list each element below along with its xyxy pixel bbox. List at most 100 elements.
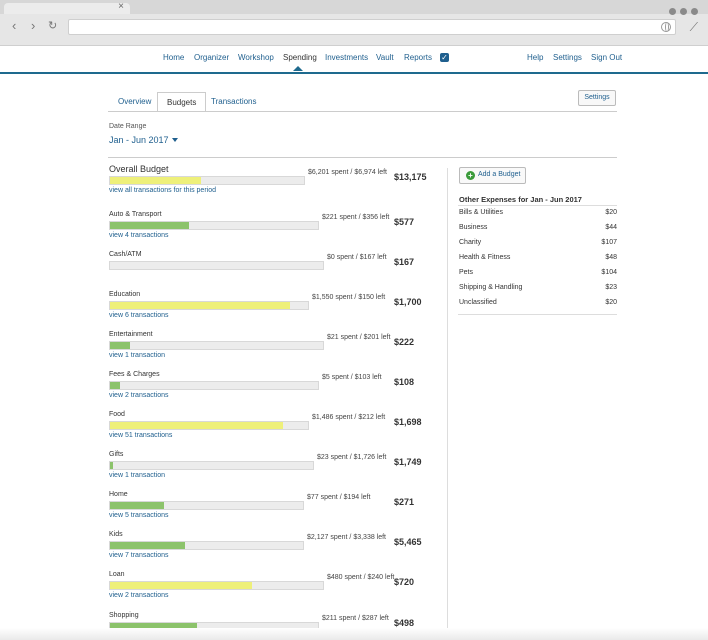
budget-progress-bar: [109, 461, 314, 470]
forward-icon[interactable]: ›: [31, 19, 35, 33]
tab-overview[interactable]: Overview: [109, 92, 160, 112]
view-transactions-link[interactable]: view 6 transactions: [109, 312, 169, 319]
budget-name[interactable]: Food: [109, 411, 125, 418]
other-expenses-title: Other Expenses for Jan - Jun 2017: [459, 195, 582, 204]
app-nav: Home Organizer Workshop Spending Investm…: [0, 46, 708, 74]
url-bar[interactable]: [68, 19, 676, 35]
budget-row: Food $1,486 spent / $212 left $1,698 view 5…: [109, 411, 439, 451]
budget-spent-left: $21 spent / $201 left: [327, 334, 391, 341]
nav-investments[interactable]: Investments: [325, 53, 368, 62]
view-transactions-link[interactable]: view 51 transactions: [109, 432, 172, 439]
globe-icon: [661, 22, 671, 32]
budget-name[interactable]: Shopping: [109, 612, 139, 619]
view-transactions-link[interactable]: view 2 transactions: [109, 392, 169, 399]
view-transactions-link[interactable]: view 1 transaction: [109, 352, 165, 359]
browser-tab[interactable]: ×: [4, 1, 130, 14]
section-divider: [108, 157, 617, 158]
budget-progress-fill: [110, 542, 186, 549]
other-expense-name: Business: [459, 224, 488, 231]
nav-home[interactable]: Home: [163, 53, 184, 62]
other-expense-amount: $104: [601, 269, 617, 276]
budget-spent-left: $77 spent / $194 left: [307, 494, 371, 501]
extension-icon[interactable]: ⟋: [690, 20, 698, 35]
view-transactions-link[interactable]: view 2 transactions: [109, 592, 169, 599]
nav-spending[interactable]: Spending: [283, 53, 317, 62]
budget-name[interactable]: Overall Budget: [109, 164, 169, 174]
budget-total: $577: [394, 217, 415, 227]
other-expense-amount: $20: [605, 299, 617, 306]
window-dot-icon[interactable]: [669, 8, 676, 15]
nav-help[interactable]: Help: [527, 53, 543, 62]
reload-icon[interactable]: ↻: [48, 19, 57, 33]
budget-name[interactable]: Entertainment: [109, 331, 153, 338]
settings-button[interactable]: Settings: [578, 90, 616, 106]
budget-spent-left: $2,127 spent / $3,338 left: [307, 534, 387, 541]
budget-progress-bar: [109, 421, 309, 430]
back-icon[interactable]: ‹: [12, 19, 16, 33]
budget-name[interactable]: Fees & Charges: [109, 371, 160, 378]
date-range-dropdown[interactable]: Jan - Jun 2017: [109, 135, 178, 145]
budget-total: $222: [394, 337, 415, 347]
other-expense-amount: $107: [601, 239, 617, 246]
date-range-value: Jan - Jun 2017: [109, 135, 169, 145]
nav-workshop[interactable]: Workshop: [238, 53, 274, 62]
window-dot-icon[interactable]: [691, 8, 698, 15]
browser-tabbar: ×: [0, 0, 708, 15]
subtabs-divider: [108, 111, 617, 112]
nav-reports[interactable]: Reports: [404, 53, 432, 62]
budget-progress-bar: [109, 261, 324, 270]
window-dot-icon[interactable]: [680, 8, 687, 15]
other-expense-row: Business $44: [459, 224, 617, 236]
budget-total: $498: [394, 618, 415, 628]
other-expense-amount: $48: [605, 254, 617, 261]
view-transactions-link[interactable]: view all transactions for this period: [109, 187, 216, 194]
checkbox-icon[interactable]: ✓: [440, 53, 449, 62]
budget-row: Education $1,550 spent / $150 left $1,700 v…: [109, 291, 439, 331]
budget-progress-fill: [110, 177, 202, 184]
active-nav-caret-icon: [293, 66, 303, 71]
budget-row: Loan $480 spent / $240 left $720 view 2 tra…: [109, 571, 439, 611]
budget-progress-fill: [110, 222, 190, 229]
nav-settings[interactable]: Settings: [553, 53, 582, 62]
tab-transactions[interactable]: Transactions: [202, 92, 266, 112]
budget-progress-fill: [110, 422, 284, 429]
tab-close-icon[interactable]: ×: [118, 1, 124, 13]
nav-vault[interactable]: Vault: [376, 53, 394, 62]
budget-row: Kids $2,127 spent / $3,338 left $5,465 view…: [109, 531, 439, 571]
budget-name[interactable]: Education: [109, 291, 140, 298]
other-expense-name: Health & Fitness: [459, 254, 511, 261]
window-controls: [665, 2, 698, 20]
view-transactions-link[interactable]: view 5 transactions: [109, 512, 169, 519]
budget-progress-fill: [110, 342, 131, 349]
view-transactions-link[interactable]: view 7 transactions: [109, 552, 169, 559]
budget-name[interactable]: Auto & Transport: [109, 211, 162, 218]
view-transactions-link[interactable]: view 4 transactions: [109, 232, 169, 239]
budget-progress-bar: [109, 501, 304, 510]
tab-budgets[interactable]: Budgets: [157, 92, 207, 112]
budget-spent-left: $1,550 spent / $150 left: [312, 294, 386, 301]
budget-progress-bar: [109, 341, 324, 350]
budget-name[interactable]: Gifts: [109, 451, 123, 458]
budget-row: Cash/ATM $0 spent / $167 left $167: [109, 251, 439, 291]
budget-name[interactable]: Home: [109, 491, 128, 498]
budget-progress-fill: [110, 462, 113, 469]
other-expense-name: Charity: [459, 239, 482, 246]
budget-row: Auto & Transport $221 spent / $356 left $5…: [109, 211, 439, 251]
other-expenses-divider: [458, 314, 617, 315]
budget-name[interactable]: Kids: [109, 531, 123, 538]
page: × ‹ › ↻ ⟋ Home Organizer Workshop Spendi…: [0, 0, 708, 640]
add-budget-button[interactable]: + Add a Budget: [459, 167, 526, 184]
nav-organizer[interactable]: Organizer: [194, 53, 229, 62]
nav-sign-out[interactable]: Sign Out: [591, 53, 622, 62]
budget-progress-fill: [110, 382, 120, 389]
other-expense-name: Shipping & Handling: [459, 284, 523, 291]
budget-name[interactable]: Cash/ATM: [109, 251, 142, 258]
other-expense-row: Pets $104: [459, 269, 617, 281]
other-expense-row: Health & Fitness $48: [459, 254, 617, 266]
other-expense-name: Unclassified: [459, 299, 497, 306]
budget-row: Entertainment $21 spent / $201 left $222 vi…: [109, 331, 439, 371]
view-transactions-link[interactable]: view 1 transaction: [109, 472, 165, 479]
budget-row: Home $77 spent / $194 left $271 view 5 tran…: [109, 491, 439, 531]
budget-progress-bar: [109, 381, 319, 390]
budget-name[interactable]: Loan: [109, 571, 125, 578]
